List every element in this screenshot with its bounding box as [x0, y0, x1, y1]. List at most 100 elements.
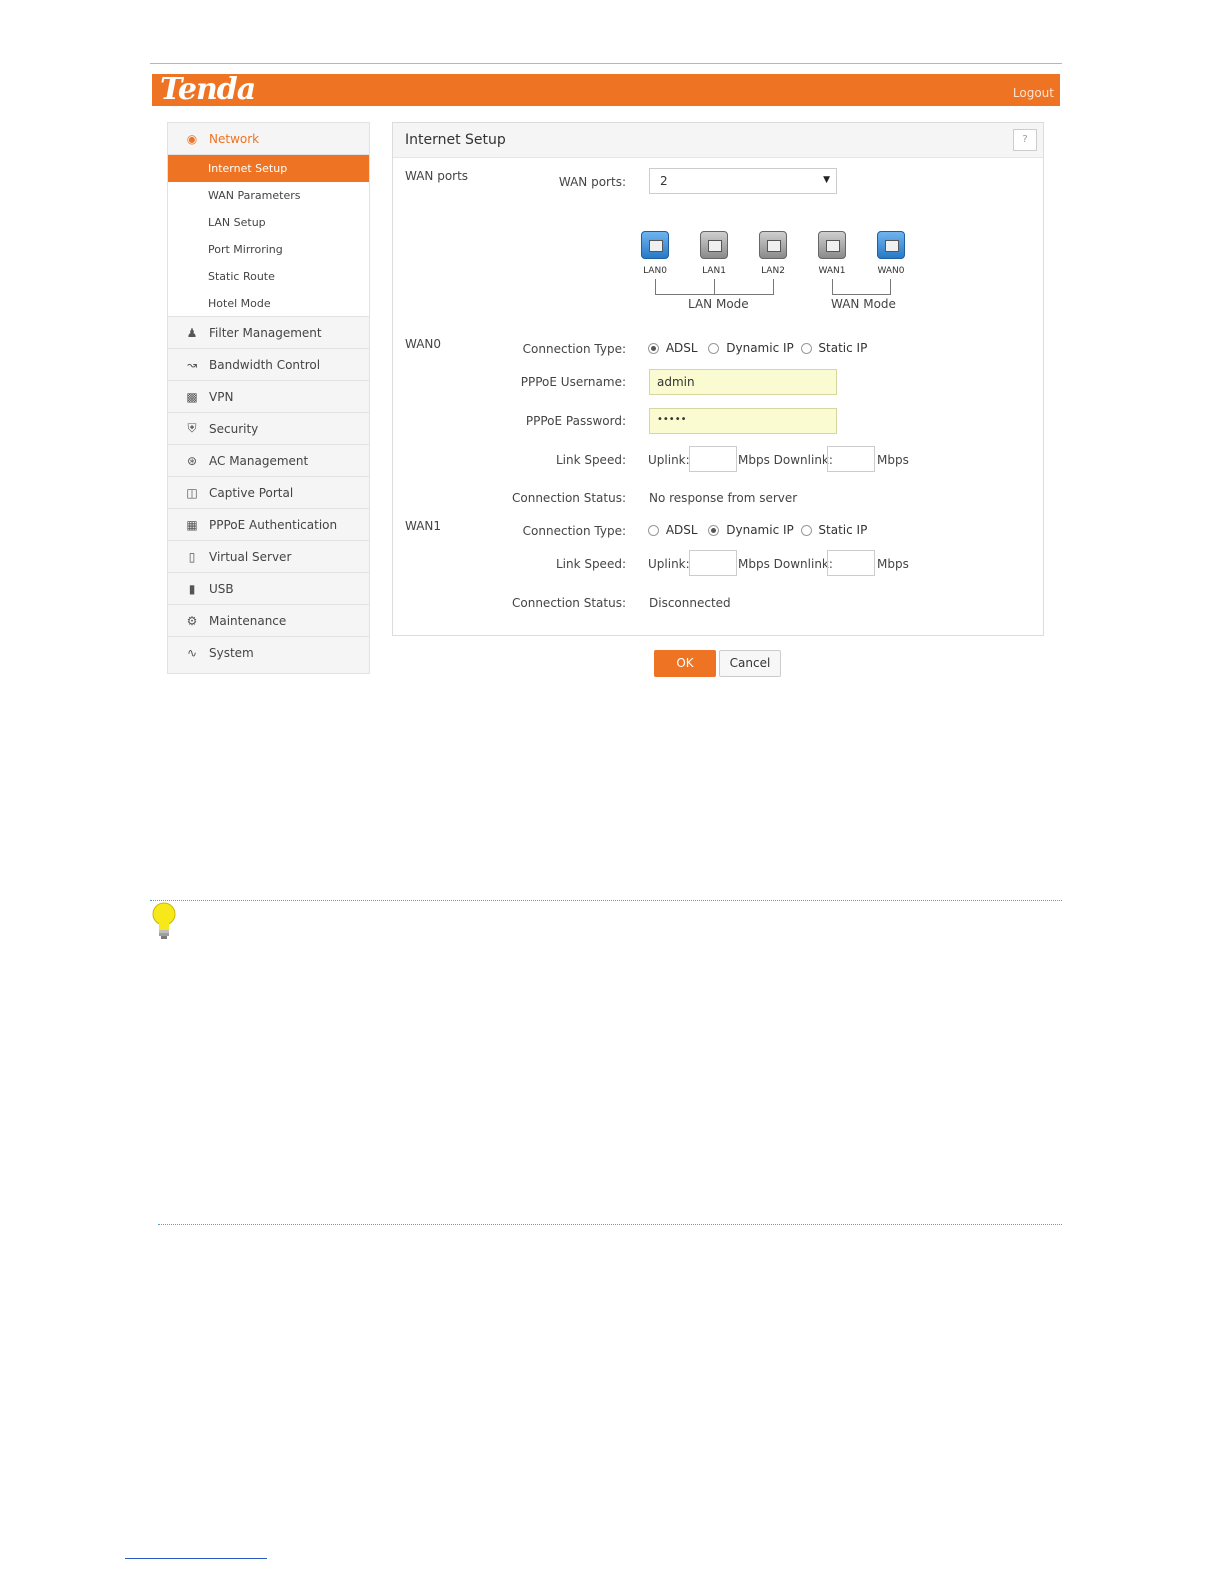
ok-button[interactable]: OK [654, 650, 716, 677]
app-header: Tenda Logout [152, 72, 1060, 107]
sidebar-item-label: VPN [209, 389, 234, 404]
wan1-uplink-input[interactable] [689, 550, 737, 576]
sidebar-item-label: Security [209, 421, 259, 436]
port-label: WAN1 [818, 266, 846, 276]
port-wan1-icon [818, 231, 846, 259]
radio-label: Static IP [818, 341, 868, 355]
globe-icon: ◉ [186, 131, 198, 146]
wan0-connection-type-group: ADSL Dynamic IP Static IP [648, 341, 867, 355]
port-label: LAN1 [702, 266, 726, 276]
port-wan0-icon [877, 231, 905, 259]
sidebar-item-bandwidth-control[interactable]: ↝ Bandwidth Control [168, 349, 369, 381]
tip-top-divider [150, 900, 1062, 901]
sidebar-item-virtual-server[interactable]: ▯ Virtual Server [168, 541, 369, 573]
wan-mode-bracket [832, 279, 891, 295]
sidebar: ◉ Network Internet Setup WAN Parameters … [167, 122, 370, 674]
tip-bottom-divider [158, 1224, 1062, 1225]
sidebar-item-label: Maintenance [209, 613, 287, 628]
wan0-radio-dynamic-ip[interactable] [708, 343, 720, 354]
logout-link[interactable]: Logout [1013, 86, 1054, 100]
cancel-button[interactable]: Cancel [719, 650, 781, 677]
wan-ports-select[interactable]: 2 ▼ [649, 168, 837, 194]
radio-label: Dynamic IP [726, 341, 794, 355]
sidebar-item-label: Network [209, 131, 260, 146]
lan-mode-bracket-mid [714, 279, 715, 295]
wan1-radio-adsl[interactable] [648, 525, 659, 536]
lightbulb-icon [152, 902, 176, 939]
sidebar-item-label: Static Route [208, 270, 275, 283]
wan1-uplink-label: Uplink: [648, 557, 690, 571]
tenda-logo: Tenda [160, 72, 256, 107]
sidebar-item-ac-management[interactable]: ⊛ AC Management [168, 445, 369, 477]
portal-icon: ◫ [186, 485, 198, 500]
sidebar-item-port-mirroring[interactable]: Port Mirroring [168, 236, 369, 263]
radio-label: ADSL [665, 523, 698, 537]
sidebar-item-usb[interactable]: ▮ USB [168, 573, 369, 605]
port-lan1-icon [700, 231, 728, 259]
sidebar-item-label: Bandwidth Control [209, 357, 321, 372]
page-title: Internet Setup [405, 132, 506, 148]
pppoe-username-input[interactable]: admin [649, 369, 837, 395]
panel-header: Internet Setup ? [393, 123, 1043, 158]
wan-ports-value: 2 [660, 174, 668, 188]
sidebar-item-label: Captive Portal [209, 485, 294, 500]
users-icon: ♟ [186, 325, 198, 340]
wan1-connection-type-label: Connection Type: [522, 524, 626, 538]
sidebar-item-lan-setup[interactable]: LAN Setup [168, 209, 369, 236]
monitor-icon: ▩ [186, 389, 198, 404]
radio-label: Static IP [818, 523, 868, 537]
sidebar-item-label: LAN Setup [208, 216, 266, 229]
wan1-mbps-downlink-label: Mbps Downlink: [738, 557, 833, 571]
wan0-mbps-label: Mbps [877, 453, 909, 467]
wan0-link-speed-label: Link Speed: [555, 453, 626, 467]
wan-ports-label: WAN ports: [558, 175, 626, 189]
pulse-icon: ∿ [186, 645, 198, 660]
sidebar-item-pppoe-authentication[interactable]: ▦ PPPoE Authentication [168, 509, 369, 541]
sidebar-item-security[interactable]: ⛨ Security [168, 413, 369, 445]
sidebar-item-static-route[interactable]: Static Route [168, 263, 369, 290]
sidebar-item-internet-setup[interactable]: Internet Setup [168, 155, 369, 182]
wan0-status-value: No response from server [649, 491, 798, 505]
sidebar-item-vpn[interactable]: ▩ VPN [168, 381, 369, 413]
sidebar-item-label: USB [209, 581, 234, 596]
port-label: LAN0 [643, 266, 667, 276]
sidebar-item-label: PPPoE Authentication [209, 517, 338, 532]
wan0-connection-type-label: Connection Type: [522, 342, 626, 356]
sidebar-item-network[interactable]: ◉ Network [168, 123, 369, 155]
sidebar-item-label: Internet Setup [208, 162, 288, 175]
wan1-downlink-input[interactable] [827, 550, 875, 576]
sidebar-item-label: AC Management [209, 453, 309, 468]
radio-label: ADSL [665, 341, 698, 355]
sidebar-item-system[interactable]: ∿ System [168, 637, 369, 668]
sidebar-item-captive-portal[interactable]: ◫ Captive Portal [168, 477, 369, 509]
wan0-radio-static-ip[interactable] [800, 343, 812, 354]
wan0-uplink-input[interactable] [689, 446, 737, 472]
sidebar-item-label: WAN Parameters [208, 189, 301, 202]
sidebar-item-hotel-mode[interactable]: Hotel Mode [168, 290, 369, 317]
usb-icon: ▮ [188, 581, 196, 596]
radio-label: Dynamic IP [726, 523, 794, 537]
sidebar-item-maintenance[interactable]: ⚙ Maintenance [168, 605, 369, 637]
auth-icon: ▦ [186, 517, 198, 532]
wan1-radio-static-ip[interactable] [800, 525, 812, 536]
sidebar-item-wan-parameters[interactable]: WAN Parameters [168, 182, 369, 209]
wan1-radio-dynamic-ip[interactable] [708, 525, 720, 536]
wan1-status-value: Disconnected [649, 596, 731, 610]
port-label: WAN0 [877, 266, 905, 276]
help-button[interactable]: ? [1013, 129, 1037, 151]
sidebar-item-label: Filter Management [209, 325, 322, 340]
wan1-link-speed-label: Link Speed: [555, 557, 626, 571]
pppoe-username-label: PPPoE Username: [520, 375, 626, 389]
sidebar-item-label: System [209, 645, 254, 660]
lan-mode-label: LAN Mode [688, 297, 749, 311]
port-lan0-icon [641, 231, 669, 259]
footnote-rule [125, 1558, 267, 1559]
wan0-status-label: Connection Status: [512, 491, 626, 505]
port-lan2-icon [759, 231, 787, 259]
shield-icon: ⛨ [187, 421, 197, 435]
sidebar-item-filter-management[interactable]: ♟ Filter Management [168, 317, 369, 349]
pppoe-password-input[interactable]: ••••• [649, 408, 837, 434]
pppoe-password-label: PPPoE Password: [525, 414, 626, 428]
wan0-downlink-input[interactable] [827, 446, 875, 472]
wan0-radio-adsl[interactable] [648, 343, 659, 354]
